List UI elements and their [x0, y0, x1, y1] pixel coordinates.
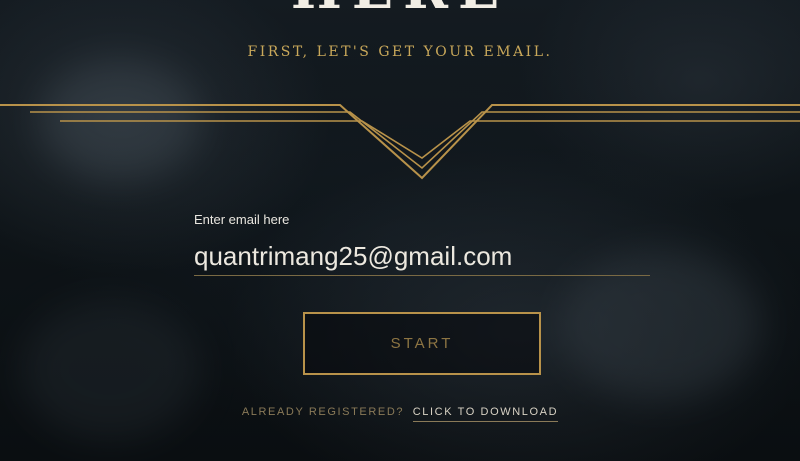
subtitle: FIRST, LET'S GET YOUR EMAIL. — [247, 44, 553, 60]
gold-divider-icon — [0, 104, 800, 180]
already-registered-text: ALREADY REGISTERED? — [241, 406, 405, 418]
footer: ALREADY REGISTERED? CLICK TO DOWNLOAD — [0, 406, 800, 422]
signup-screen: HERE FIRST, LET'S GET YOUR EMAIL. Enter … — [0, 0, 800, 461]
email-label: Enter email here — [194, 212, 290, 227]
email-input[interactable] — [194, 238, 650, 274]
start-button-label: START — [390, 335, 454, 352]
start-button[interactable]: START — [303, 312, 541, 375]
click-to-download-link[interactable]: CLICK TO DOWNLOAD — [412, 406, 559, 422]
background-blur — [20, 300, 200, 440]
hero-title: HERE — [0, 0, 800, 16]
email-field[interactable] — [194, 238, 650, 276]
